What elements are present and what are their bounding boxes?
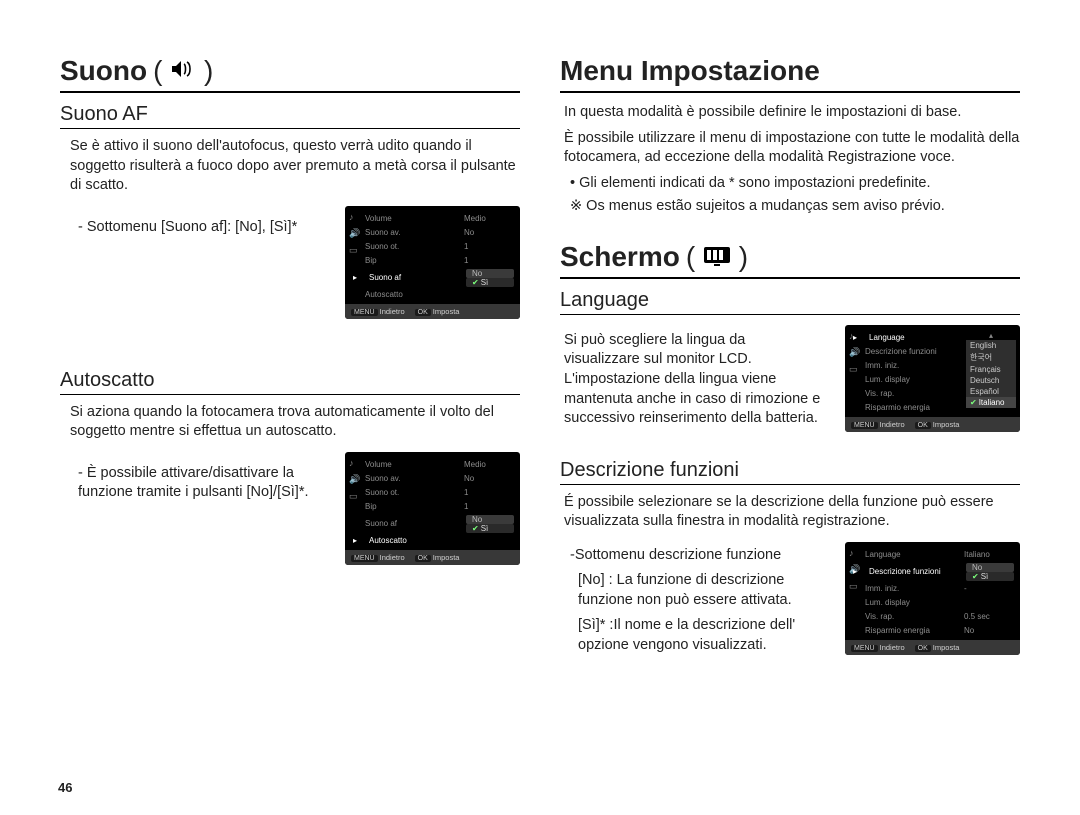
suono-af-body: Se è attivo il suono dell'autofocus, que…	[60, 137, 520, 196]
descrizione-sub-1: -Sottomenu descrizione funzione	[560, 546, 825, 566]
heading-schermo-text: Schermo	[560, 241, 680, 273]
page-number: 46	[58, 780, 72, 795]
suono-af-sub: - Sottomenu [Suono af]: [No], [Sì]*	[60, 218, 325, 238]
bullet-line: • Gli elementi indicati da * sono impost…	[560, 174, 1020, 194]
lcd-side-icons: ♪🔊▭	[349, 212, 360, 256]
screen-icon	[703, 246, 731, 266]
subheading-language: Language	[560, 289, 1020, 315]
subheading-autoscatto: Autoscatto	[60, 369, 520, 395]
lcd-language: ♪🔊▭ ▸Language Descrizione funzioni Imm. …	[845, 325, 1020, 432]
right-column: Menu Impostazione In questa modalità è p…	[560, 55, 1020, 662]
language-body: Si può scegliere la lingua da visualizza…	[560, 331, 825, 429]
heading-suono: Suono ( )	[60, 55, 520, 93]
heading-suono-text: Suono	[60, 55, 147, 87]
heading-schermo: Schermo ( )	[560, 241, 1020, 279]
lcd-suono-af: ♪🔊▭ VolumeMedio Suono av.No Suono ot.1 B…	[345, 206, 520, 319]
note-line: ※ Os menus estão sujeitos a mudanças sem…	[560, 197, 1020, 217]
descrizione-sub-3: [Sì]* :Il nome e la descrizione dell' op…	[560, 616, 825, 655]
lcd-autoscatto: ♪🔊▭ VolumeMedio Suono av.No Suono ot.1 B…	[345, 452, 520, 565]
lcd-descrizione: ♪🔊▭ LanguageItaliano ▸Descrizione funzio…	[845, 542, 1020, 655]
subheading-descrizione: Descrizione funzioni	[560, 459, 1020, 485]
autoscatto-sub: - È possibile attivare/disattivare la fu…	[60, 464, 325, 503]
speaker-icon	[170, 58, 196, 80]
intro-line-1: In questa modalità è possibile definire …	[560, 103, 1020, 123]
autoscatto-body: Si aziona quando la fotocamera trova aut…	[60, 403, 520, 442]
descrizione-body: É possibile selezionare se la descrizion…	[560, 493, 1020, 532]
left-column: Suono ( ) Suono AF Se è attivo il suono …	[60, 55, 520, 662]
subheading-suono-af: Suono AF	[60, 103, 520, 129]
descrizione-sub-2: [No] : La funzione di descrizione funzio…	[560, 571, 825, 610]
intro-line-2: È possibile utilizzare il menu di impost…	[560, 129, 1020, 168]
heading-menu-impostazione: Menu Impostazione	[560, 55, 1020, 93]
